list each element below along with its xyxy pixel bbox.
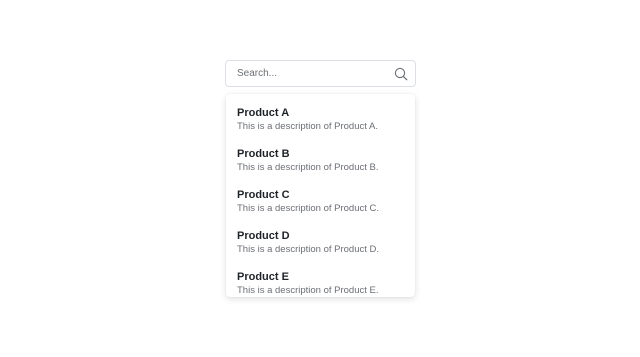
list-item-product-a[interactable]: Product A This is a description of Produ… <box>226 106 415 146</box>
item-title: Product D <box>237 230 290 242</box>
item-description: This is a description of Product A. <box>237 121 378 132</box>
item-title: Product C <box>237 189 290 201</box>
item-title: Product B <box>237 148 290 160</box>
search-input[interactable] <box>226 61 397 86</box>
page: Product A This is a description of Produ… <box>0 0 640 357</box>
item-description: This is a description of Product B. <box>237 162 379 173</box>
item-description: This is a description of Product E. <box>237 285 379 296</box>
list-item-product-e[interactable]: Product E This is a description of Produ… <box>226 270 415 297</box>
item-description: This is a description of Product C. <box>237 203 380 214</box>
search-results-dropdown: Product A This is a description of Produ… <box>226 94 415 297</box>
list-item-product-b[interactable]: Product B This is a description of Produ… <box>226 147 415 187</box>
list-item-product-d[interactable]: Product D This is a description of Produ… <box>226 229 415 269</box>
search-icon[interactable] <box>394 67 408 81</box>
search-box[interactable] <box>225 60 416 87</box>
item-description: This is a description of Product D. <box>237 244 380 255</box>
item-title: Product A <box>237 107 290 119</box>
item-title: Product E <box>237 271 289 283</box>
list-item-product-c[interactable]: Product C This is a description of Produ… <box>226 188 415 228</box>
